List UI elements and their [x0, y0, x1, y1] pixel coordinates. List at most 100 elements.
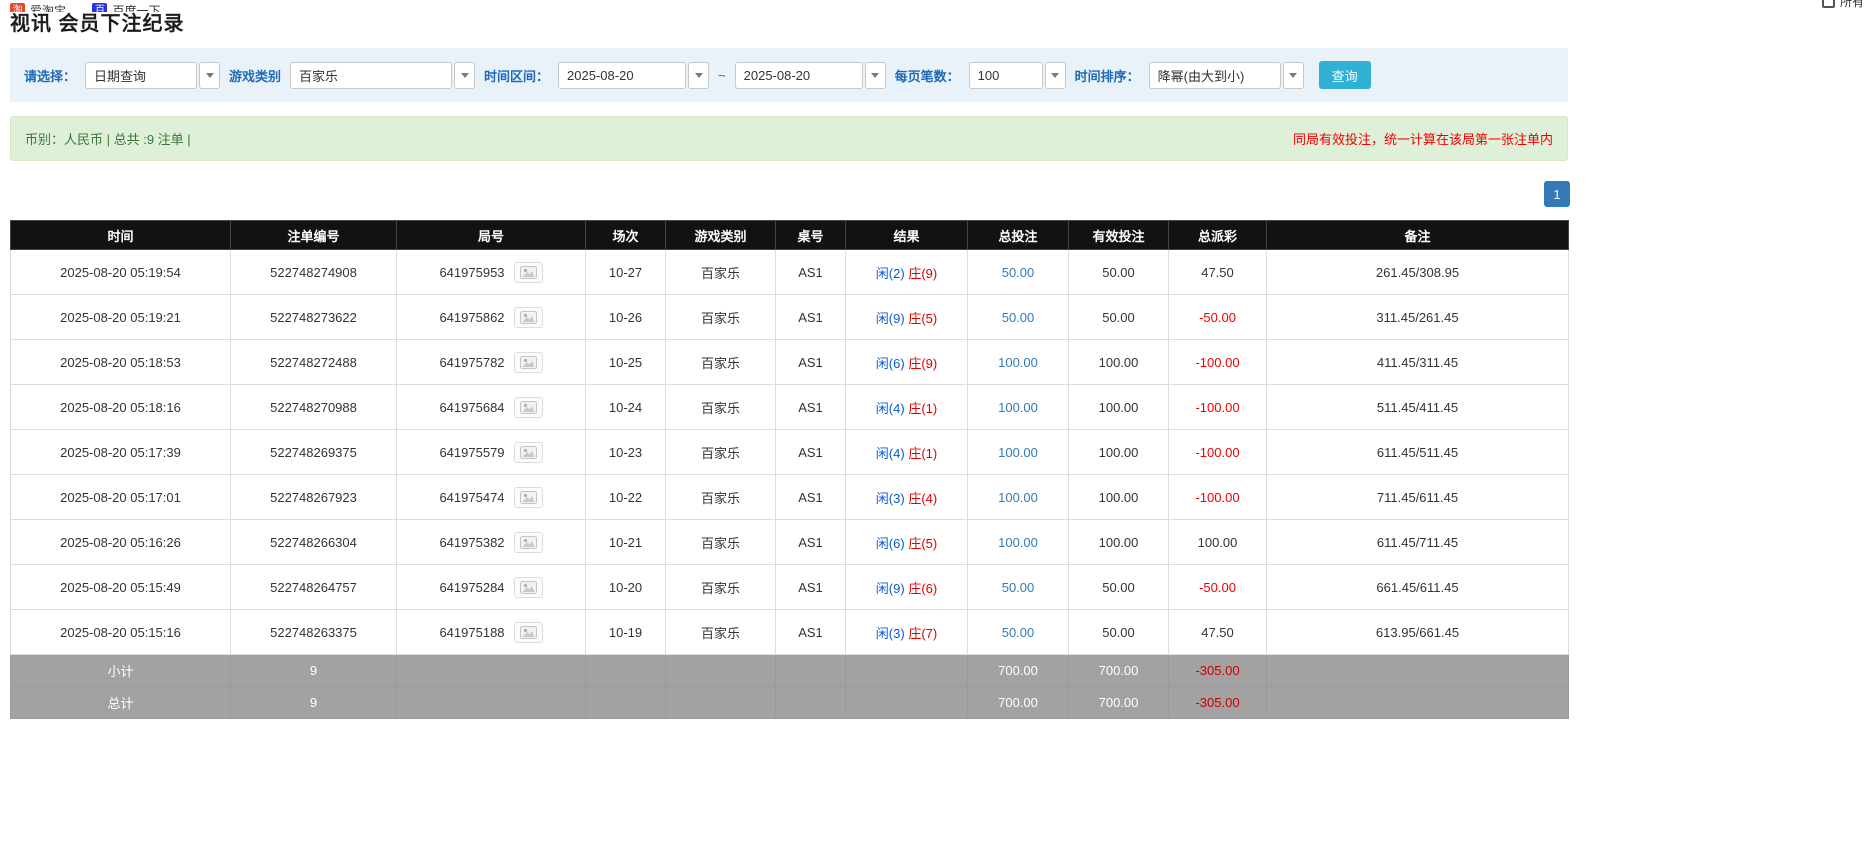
query-type-input[interactable] — [85, 62, 197, 89]
page-size-input[interactable] — [969, 62, 1043, 89]
chevron-down-icon — [695, 73, 703, 78]
table-body: 2025-08-20 05:19:54522748274908641975953… — [11, 250, 1569, 719]
cell-total-bet: 50.00 — [968, 250, 1069, 295]
cell-valid-bet: 50.00 — [1069, 610, 1169, 655]
replay-icon[interactable] — [514, 397, 543, 418]
cell-table-id: AS1 — [776, 295, 846, 340]
sort-input[interactable] — [1149, 62, 1281, 89]
search-button[interactable]: 查询 — [1319, 61, 1371, 89]
cell-table-id: AS1 — [776, 430, 846, 475]
bet-records-table: 时间注单编号局号场次游戏类别桌号结果总投注有效投注总派彩备注 2025-08-2… — [10, 220, 1569, 719]
total-bet-link[interactable]: 50.00 — [1002, 580, 1035, 595]
bookmarks-all-button[interactable]: 所有 — [1822, 0, 1864, 12]
cell-round-id: 641975579 — [397, 430, 586, 475]
cell-remark: 261.45/308.95 — [1267, 250, 1569, 295]
column-header: 桌号 — [776, 221, 846, 250]
total-bet-link[interactable]: 100.00 — [998, 490, 1038, 505]
game-type-input[interactable] — [290, 62, 452, 89]
total-row: 总计9700.00700.00-305.00 — [11, 687, 1569, 719]
replay-icon[interactable] — [514, 307, 543, 328]
cell-remark: 311.45/261.45 — [1267, 295, 1569, 340]
date-to-dropdown-button[interactable] — [865, 62, 886, 89]
replay-icon[interactable] — [514, 487, 543, 508]
replay-icon[interactable] — [514, 352, 543, 373]
result-banker: 庄(5) — [908, 536, 937, 551]
cell-valid-bet: 100.00 — [1069, 340, 1169, 385]
total-bet-link[interactable]: 50.00 — [1002, 265, 1035, 280]
result-banker: 庄(9) — [908, 266, 937, 281]
cell-result: 闲(4) 庄(1) — [846, 430, 968, 475]
chevron-down-icon — [461, 73, 469, 78]
cell-time: 2025-08-20 05:19:21 — [11, 295, 231, 340]
cell-result: 闲(6) 庄(5) — [846, 520, 968, 565]
total-bet-link[interactable]: 100.00 — [998, 400, 1038, 415]
table-header-row: 时间注单编号局号场次游戏类别桌号结果总投注有效投注总派彩备注 — [11, 221, 1569, 250]
page-size-combobox — [969, 62, 1066, 89]
summary-payout: -305.00 — [1169, 687, 1267, 719]
game-type-dropdown-button[interactable] — [454, 62, 475, 89]
cell-total-bet: 50.00 — [968, 610, 1069, 655]
replay-icon[interactable] — [514, 442, 543, 463]
chevron-down-icon — [206, 73, 214, 78]
cell-result: 闲(3) 庄(4) — [846, 475, 968, 520]
summary-payout: -305.00 — [1169, 655, 1267, 687]
cell-table-id: AS1 — [776, 520, 846, 565]
cell-result: 闲(9) 庄(5) — [846, 295, 968, 340]
bookmark-aitaobao[interactable]: 淘 爱淘宝 — [10, 0, 66, 12]
date-separator: ~ — [718, 68, 726, 83]
table-row: 2025-08-20 05:19:21522748273622641975862… — [11, 295, 1569, 340]
replay-icon[interactable] — [514, 532, 543, 553]
cell-total-bet: 100.00 — [968, 340, 1069, 385]
table-row: 2025-08-20 05:18:53522748272488641975782… — [11, 340, 1569, 385]
cell-bet-id: 522748272488 — [231, 340, 397, 385]
replay-icon[interactable] — [514, 622, 543, 643]
date-from-input[interactable] — [558, 62, 686, 89]
result-player: 闲(9) — [876, 581, 905, 596]
bookmark-baidu[interactable]: 百 百度一下 — [92, 0, 160, 12]
total-bet-link[interactable]: 100.00 — [998, 535, 1038, 550]
filter-bar: 请选择： 游戏类别 时间区间： ~ 每页笔数： 时间排序： 查询 — [10, 48, 1568, 102]
sort-dropdown-button[interactable] — [1283, 62, 1304, 89]
column-header: 有效投注 — [1069, 221, 1169, 250]
column-header: 结果 — [846, 221, 968, 250]
cell-session: 10-24 — [586, 385, 666, 430]
column-header: 局号 — [397, 221, 586, 250]
chevron-down-icon — [871, 73, 879, 78]
cell-session: 10-23 — [586, 430, 666, 475]
query-type-dropdown-button[interactable] — [199, 62, 220, 89]
cell-payout: -50.00 — [1169, 565, 1267, 610]
table-row: 2025-08-20 05:19:54522748274908641975953… — [11, 250, 1569, 295]
replay-icon[interactable] — [514, 577, 543, 598]
table-row: 2025-08-20 05:18:16522748270988641975684… — [11, 385, 1569, 430]
result-banker: 庄(7) — [908, 626, 937, 641]
cell-total-bet: 50.00 — [968, 295, 1069, 340]
date-to-input[interactable] — [735, 62, 863, 89]
cell-session: 10-21 — [586, 520, 666, 565]
page-1-button[interactable]: 1 — [1544, 181, 1570, 207]
result-player: 闲(4) — [876, 446, 905, 461]
cell-game-type: 百家乐 — [666, 295, 776, 340]
cell-game-type: 百家乐 — [666, 475, 776, 520]
currency-total-text: 币别：人民币 | 总共 :9 注单 | — [25, 129, 191, 148]
bookmarks-all-label: 所有 — [1840, 0, 1864, 10]
result-player: 闲(9) — [876, 311, 905, 326]
cell-bet-id: 522748274908 — [231, 250, 397, 295]
cell-payout: -100.00 — [1169, 385, 1267, 430]
page-size-dropdown-button[interactable] — [1045, 62, 1066, 89]
result-banker: 庄(1) — [908, 401, 937, 416]
result-player: 闲(2) — [876, 266, 905, 281]
cell-payout: 47.50 — [1169, 610, 1267, 655]
total-bet-link[interactable]: 100.00 — [998, 445, 1038, 460]
game-type-combobox — [290, 62, 475, 89]
cell-valid-bet: 50.00 — [1069, 295, 1169, 340]
replay-icon[interactable] — [514, 262, 543, 283]
cell-table-id: AS1 — [776, 340, 846, 385]
cell-session: 10-26 — [586, 295, 666, 340]
total-bet-link[interactable]: 100.00 — [998, 355, 1038, 370]
cell-bet-id: 522748273622 — [231, 295, 397, 340]
cell-payout: -100.00 — [1169, 340, 1267, 385]
total-bet-link[interactable]: 50.00 — [1002, 310, 1035, 325]
game-type-label: 游戏类别 — [229, 66, 281, 85]
date-from-dropdown-button[interactable] — [688, 62, 709, 89]
total-bet-link[interactable]: 50.00 — [1002, 625, 1035, 640]
